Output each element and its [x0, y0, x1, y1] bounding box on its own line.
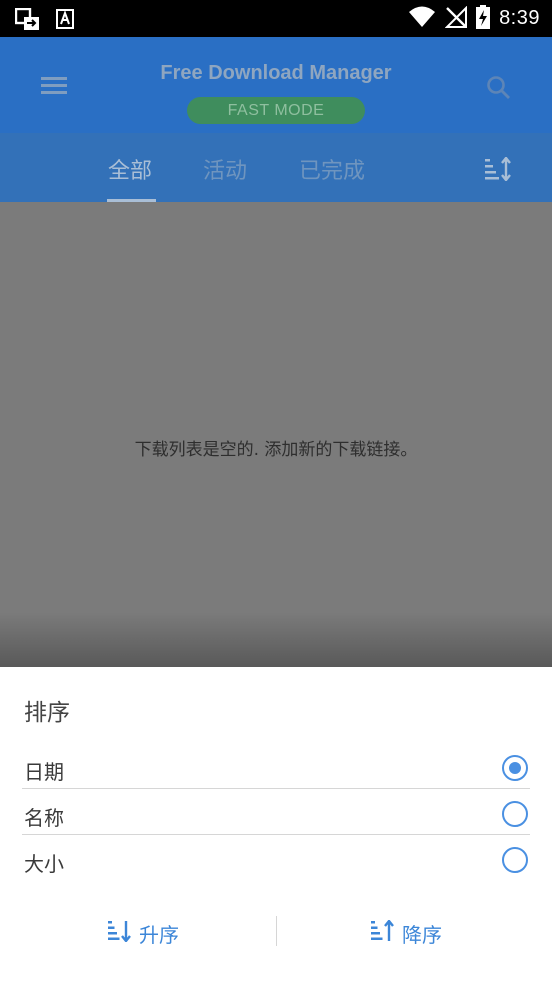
- radio-button-checked[interactable]: [502, 755, 528, 781]
- app-bar: Free Download Manager FAST MODE: [0, 37, 552, 133]
- status-icons: 8:39: [408, 0, 540, 37]
- ascending-button[interactable]: 升序: [107, 913, 179, 953]
- no-signal-icon: [444, 5, 468, 32]
- font-a-icon: [56, 9, 74, 33]
- radio-button[interactable]: [502, 801, 528, 827]
- tab-active[interactable]: 活动: [203, 153, 247, 185]
- empty-list-message: 下载列表是空的. 添加新的下载链接。: [134, 440, 418, 460]
- tab-bar: 全部 活动 已完成: [0, 133, 552, 202]
- sheet-shadow: [0, 612, 552, 667]
- status-time: 8:39: [499, 7, 540, 29]
- sort-option-label: 名称: [24, 806, 64, 830]
- search-icon[interactable]: [486, 75, 512, 101]
- sheet-title: 排序: [24, 700, 70, 726]
- battery-charging-icon: [476, 4, 491, 33]
- fast-mode-badge[interactable]: FAST MODE: [187, 97, 365, 124]
- sort-option-date[interactable]: 日期: [0, 745, 552, 791]
- ascending-label: 升序: [139, 922, 179, 947]
- sort-option-size[interactable]: 大小: [0, 837, 552, 883]
- sort-option-name[interactable]: 名称: [0, 791, 552, 837]
- sort-icon[interactable]: [484, 156, 514, 182]
- sort-ascending-icon: [107, 920, 131, 947]
- divider: [22, 834, 530, 835]
- descending-button[interactable]: 降序: [370, 913, 442, 953]
- sort-option-label: 日期: [24, 760, 64, 784]
- descending-label: 降序: [402, 922, 442, 947]
- app-title: Free Download Manager: [160, 62, 392, 84]
- tab-all[interactable]: 全部: [108, 153, 152, 185]
- screen-mirror-icon: [14, 7, 41, 36]
- sort-bottom-sheet: 排序 日期 名称 大小 升序 降序: [0, 667, 552, 981]
- radio-button[interactable]: [502, 847, 528, 873]
- wifi-icon: [408, 6, 436, 32]
- divider: [22, 788, 530, 789]
- sort-option-label: 大小: [24, 852, 64, 876]
- sort-descending-icon: [370, 918, 394, 947]
- button-separator: [276, 916, 277, 946]
- status-bar: 8:39: [0, 0, 552, 37]
- screen: 8:39 Free Download Manager FAST MODE 全部 …: [0, 0, 552, 981]
- download-list: 下载列表是空的. 添加新的下载链接。: [0, 202, 552, 667]
- tab-completed[interactable]: 已完成: [299, 153, 365, 185]
